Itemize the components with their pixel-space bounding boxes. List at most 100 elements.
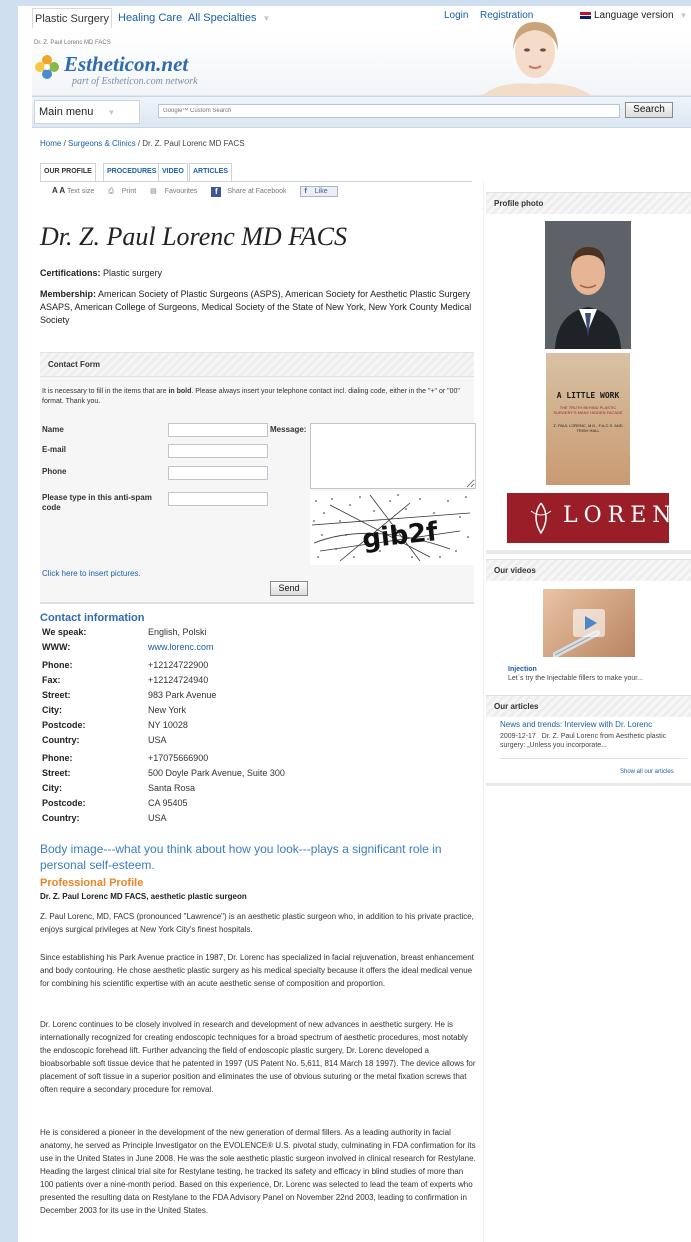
text-size-control[interactable]: A A Text size: [52, 186, 100, 196]
contact-value: +17075666900: [148, 753, 209, 763]
page-toolbar: A A Text size ⎙ Print ▤ Favourites f Shar…: [52, 186, 344, 198]
contact-row: Street: 983 Park Avenue: [40, 690, 460, 704]
contact-form-divider: [40, 602, 474, 604]
breadcrumb-home-link[interactable]: Home: [40, 139, 61, 148]
contact-key: Phone:: [42, 753, 73, 763]
video-title-link[interactable]: Injection: [508, 666, 537, 673]
main-menu-dropdown[interactable]: Main menu ▼: [34, 100, 140, 124]
membership: Membership: American Society of Plastic …: [40, 288, 472, 327]
favourites-label: Favourites: [164, 188, 198, 196]
contact-key: WWW:: [42, 642, 71, 652]
favourites-button[interactable]: ▤ Favourites: [150, 188, 203, 195]
contact-row: Country: USA: [40, 813, 460, 827]
tab-all-specialties[interactable]: All Specialties ▼: [188, 8, 270, 28]
message-label: Message:: [270, 425, 307, 434]
share-label: Share at Facebook: [227, 188, 287, 196]
printer-icon: ⎙: [108, 188, 114, 196]
doctor-portrait-photo[interactable]: [545, 221, 631, 349]
contact-value: NY 10028: [148, 720, 188, 730]
contact-value: USA: [148, 813, 167, 823]
contact-form: Contact Form It is necessary to fill in …: [40, 352, 476, 602]
tab-label: All Specialties: [188, 12, 257, 24]
contact-key: Country:: [42, 813, 80, 823]
chevron-down-icon: ▼: [107, 108, 116, 117]
contact-key: City:: [42, 783, 62, 793]
header-breadcrumb: Dr. Z. Paul Lorenc MD FACS: [34, 40, 111, 46]
print-label: Print: [121, 188, 137, 196]
contact-key: Fax:: [42, 675, 61, 685]
name-field[interactable]: [168, 423, 268, 437]
page: Plastic Surgery Healing Care All Special…: [32, 6, 691, 1242]
contact-row: Fax: +12124724940: [40, 675, 460, 689]
contact-row: City: New York: [40, 705, 460, 719]
contact-value: English, Polski: [148, 627, 207, 637]
breadcrumb-surgeons-link[interactable]: Surgeons & Clinics: [68, 139, 136, 148]
antispam-field[interactable]: [168, 492, 268, 506]
book-authors: Z. PAUL LORENC, M.D., F.A.C.S. AND TRISH…: [553, 423, 623, 433]
tab-plastic-surgery[interactable]: Plastic Surgery: [32, 8, 112, 28]
page-title: Dr. Z. Paul Lorenc MD FACS: [40, 222, 347, 251]
tab-video[interactable]: VIDEO: [158, 163, 188, 181]
chevron-down-icon: ▼: [679, 11, 688, 20]
our-articles-header: Our articles: [486, 695, 691, 717]
phone-field[interactable]: [168, 466, 268, 480]
menu-bar: Main menu ▼ Search: [32, 96, 691, 128]
tab-our-profile[interactable]: OUR PROFILE: [40, 163, 96, 181]
note-text: It is necessary to fill in the items tha…: [42, 388, 169, 395]
facebook-icon: f: [304, 188, 307, 195]
contact-key: City:: [42, 705, 62, 715]
certifications: Certifications: Plastic surgery: [40, 268, 162, 278]
contact-value: 500 Doyle Park Avenue, Suite 300: [148, 768, 285, 778]
website-link[interactable]: www.lorenc.com: [148, 642, 214, 652]
profile-paragraph: He is considered a pioneer in the develo…: [40, 1128, 476, 1215]
print-button[interactable]: ⎙ Print: [108, 188, 142, 195]
article-title-link[interactable]: News and trends: Interview with Dr. Lore…: [500, 720, 652, 729]
sidebar-bottom-divider: [486, 783, 691, 786]
search-input[interactable]: [158, 104, 620, 118]
lorenc-banner-image[interactable]: LORENC: [507, 493, 669, 543]
tab-procedures[interactable]: PROCEDURES: [103, 163, 161, 181]
contact-key: Postcode:: [42, 720, 86, 730]
video-description: Let´s try the Injectable fillers to make…: [508, 675, 644, 682]
tab-articles[interactable]: ARTICLES: [189, 163, 232, 181]
profile-paragraph: Z. Paul Lorenc, MD, FACS (pronounced "La…: [40, 912, 474, 934]
contact-value: USA: [148, 735, 167, 745]
quote-heading: Body image---what you think about how yo…: [40, 842, 442, 872]
contact-row: WWW: www.lorenc.com: [40, 642, 460, 656]
phone-label: Phone: [42, 467, 67, 476]
breadcrumb-current: Dr. Z. Paul Lorenc MD FACS: [142, 139, 245, 148]
send-button[interactable]: Send: [270, 581, 308, 596]
breadcrumb: Home / Surgeons & Clinics / Dr. Z. Paul …: [40, 139, 245, 148]
cert-label: Certifications:: [40, 268, 101, 278]
show-all-articles-link[interactable]: Show all our articles: [620, 769, 674, 775]
profile-paragraph: Since establishing his Park Avenue pract…: [40, 953, 474, 988]
article-date: 2009-12-17: [500, 733, 536, 740]
member-value: American Society of Plastic Surgeons (AS…: [40, 289, 472, 325]
tab-healing-care[interactable]: Healing Care: [118, 8, 182, 28]
video-thumbnail[interactable]: [543, 589, 635, 657]
contact-key: Street:: [42, 690, 71, 700]
professional-profile-subtitle: Dr. Z. Paul Lorenc MD FACS, aesthetic pl…: [40, 892, 247, 901]
logo-subtitle: part of Estheticon.com network: [72, 76, 198, 87]
contact-row: Phone: +12124722900: [40, 660, 460, 674]
share-facebook-button[interactable]: f Share at Facebook: [211, 186, 292, 197]
lorenc-logo-icon: [530, 502, 552, 535]
email-field[interactable]: [168, 444, 268, 458]
book-cover-image[interactable]: A LITTLE WORK THE TRUTH BEHIND PLASTIC S…: [546, 353, 630, 485]
text-size-icon: A A: [52, 186, 66, 196]
like-label: Like: [314, 188, 328, 195]
search-button[interactable]: Search: [625, 102, 673, 118]
facebook-icon: f: [211, 186, 222, 197]
insert-pictures-link[interactable]: Click here to insert pictures.: [42, 569, 141, 578]
contact-key: Phone:: [42, 660, 73, 670]
tab-divider: [40, 181, 472, 182]
site-logo[interactable]: Estheticon.net part of Estheticon.com ne…: [34, 52, 234, 92]
message-field[interactable]: [310, 423, 476, 489]
facebook-like-button[interactable]: f Like: [300, 186, 338, 197]
contact-row: Postcode: CA 95405: [40, 798, 460, 812]
article-summary: 2009-12-17 Dr. Z. Paul Lorenc from Aesth…: [500, 732, 686, 750]
column-divider: [483, 181, 484, 1242]
left-frame-bar: [0, 0, 18, 1242]
contact-row: We speak: English, Polski: [40, 627, 460, 641]
antispam-label: Please type in this anti-spam code: [42, 493, 152, 512]
